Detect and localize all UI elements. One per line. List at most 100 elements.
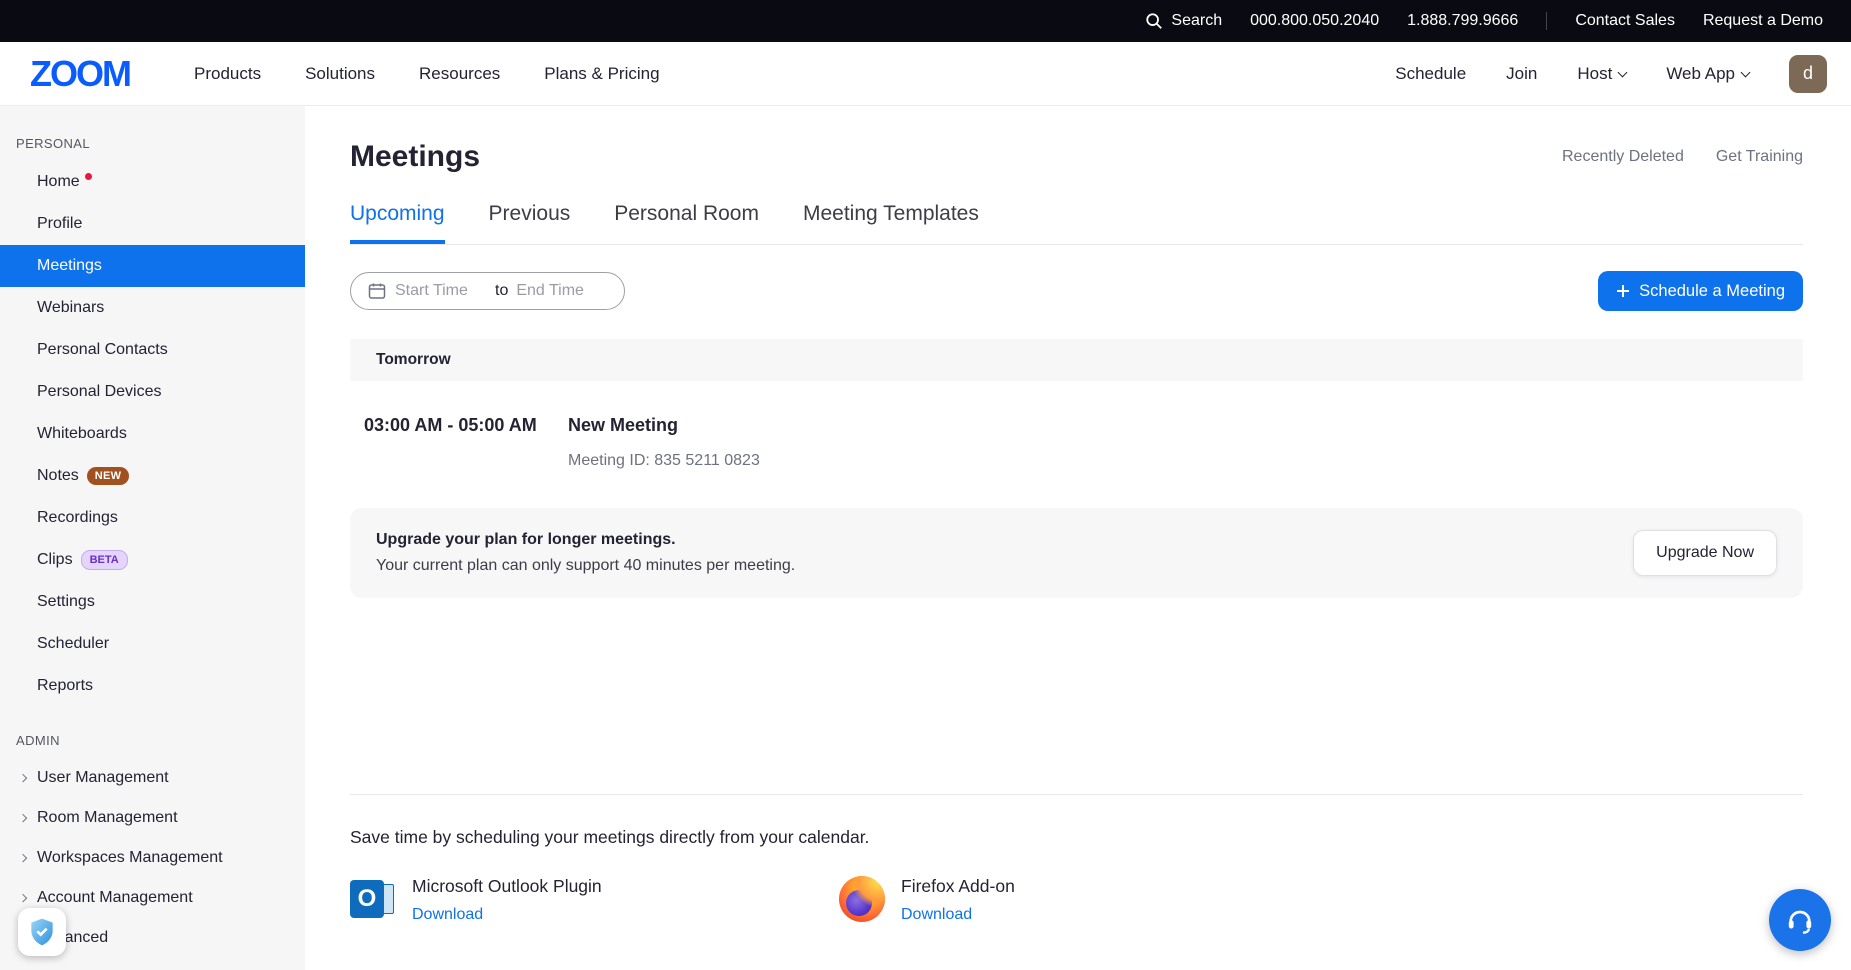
outlook-icon-letter: O bbox=[350, 880, 384, 918]
title-links: Recently Deleted Get Training bbox=[1562, 148, 1803, 166]
global-topbar: Search 000.800.050.2040 1.888.799.9666 C… bbox=[0, 0, 1851, 42]
sidebar-item-label: User Management bbox=[37, 769, 169, 787]
sidebar-item-scheduler[interactable]: Scheduler bbox=[0, 623, 305, 665]
outlook-icon: O bbox=[350, 876, 396, 922]
sidebar-item-label: Whiteboards bbox=[37, 425, 127, 443]
tab-personal-room[interactable]: Personal Room bbox=[614, 202, 759, 244]
sidebar-item-profile[interactable]: Profile bbox=[0, 203, 305, 245]
date-range-picker[interactable]: to bbox=[350, 272, 625, 310]
end-time-input[interactable] bbox=[516, 282, 608, 300]
firefox-download-link[interactable]: Download bbox=[901, 906, 1015, 924]
start-time-input[interactable] bbox=[395, 282, 487, 300]
schedule-link[interactable]: Schedule bbox=[1395, 64, 1466, 84]
page-title: Meetings bbox=[350, 140, 480, 174]
outlook-download-link[interactable]: Download bbox=[412, 906, 602, 924]
sidebar-item-label: Personal Devices bbox=[37, 383, 162, 401]
outlook-plugin: O Microsoft Outlook Plugin Download bbox=[350, 876, 839, 924]
tab-upcoming[interactable]: Upcoming bbox=[350, 202, 445, 244]
chevron-right-icon bbox=[19, 814, 28, 823]
meeting-id: Meeting ID: 835 5211 0823 bbox=[568, 452, 760, 470]
tab-meeting-templates[interactable]: Meeting Templates bbox=[803, 202, 979, 244]
host-menu-label: Host bbox=[1577, 64, 1612, 84]
tab-previous[interactable]: Previous bbox=[489, 202, 571, 244]
calendar-icon bbox=[367, 281, 387, 301]
sidebar-item-notes[interactable]: Notes NEW bbox=[0, 455, 305, 497]
sidebar-item-label: Meetings bbox=[37, 257, 102, 275]
upgrade-now-button[interactable]: Upgrade Now bbox=[1633, 530, 1777, 576]
header-actions: Schedule Join Host Web App d bbox=[1395, 55, 1827, 93]
sidebar-item-home[interactable]: Home bbox=[0, 161, 305, 203]
meeting-group-header: Tomorrow bbox=[350, 339, 1803, 381]
sidebar-item-personal-devices[interactable]: Personal Devices bbox=[0, 371, 305, 413]
empty-space bbox=[350, 598, 1803, 794]
upgrade-banner-title: Upgrade your plan for longer meetings. bbox=[376, 531, 795, 549]
nav-resources[interactable]: Resources bbox=[419, 64, 500, 84]
web-app-menu[interactable]: Web App bbox=[1666, 64, 1749, 84]
search-icon bbox=[1145, 12, 1163, 30]
schedule-meeting-button-label: Schedule a Meeting bbox=[1639, 282, 1785, 301]
chevron-right-icon bbox=[19, 894, 28, 903]
calendar-promo-text: Save time by scheduling your meetings di… bbox=[350, 827, 1803, 848]
meeting-info: New Meeting Meeting ID: 835 5211 0823 bbox=[568, 415, 760, 470]
sidebar-item-label: Workspaces Management bbox=[37, 849, 223, 867]
new-badge: NEW bbox=[87, 467, 130, 485]
sidebar-item-clips[interactable]: Clips BETA bbox=[0, 539, 305, 581]
schedule-link-label: Schedule bbox=[1395, 64, 1466, 84]
nav-products[interactable]: Products bbox=[194, 64, 261, 84]
topbar-separator bbox=[1546, 12, 1547, 30]
get-training-link[interactable]: Get Training bbox=[1716, 148, 1803, 166]
firefox-icon bbox=[839, 876, 885, 922]
date-range-to-label: to bbox=[495, 282, 508, 300]
sidebar-item-label: Clips bbox=[37, 551, 73, 569]
sidebar-item-webinars[interactable]: Webinars bbox=[0, 287, 305, 329]
meeting-title[interactable]: New Meeting bbox=[568, 415, 760, 436]
firefox-plugin: Firefox Add-on Download bbox=[839, 876, 1015, 924]
sidebar-item-personal-contacts[interactable]: Personal Contacts bbox=[0, 329, 305, 371]
avatar[interactable]: d bbox=[1789, 55, 1827, 93]
sidebar-item-label: Recordings bbox=[37, 509, 118, 527]
title-row: Meetings Recently Deleted Get Training bbox=[350, 140, 1803, 174]
sidebar-item-reports[interactable]: Reports bbox=[0, 665, 305, 707]
chevron-down-icon bbox=[1618, 67, 1628, 77]
sidebar-item-workspaces-management[interactable]: Workspaces Management bbox=[0, 838, 305, 878]
outlook-plugin-name: Microsoft Outlook Plugin bbox=[412, 876, 602, 897]
join-link-label: Join bbox=[1506, 64, 1537, 84]
recently-deleted-link[interactable]: Recently Deleted bbox=[1562, 148, 1684, 166]
join-link[interactable]: Join bbox=[1506, 64, 1537, 84]
privacy-shield-button[interactable] bbox=[18, 908, 66, 956]
upgrade-banner-text: Upgrade your plan for longer meetings. Y… bbox=[376, 531, 795, 575]
nav-solutions[interactable]: Solutions bbox=[305, 64, 375, 84]
request-demo-link[interactable]: Request a Demo bbox=[1703, 12, 1823, 30]
sidebar-item-user-management[interactable]: User Management bbox=[0, 758, 305, 798]
sidebar-item-label: Notes bbox=[37, 467, 79, 485]
sidebar-item-label: Account Management bbox=[37, 889, 193, 907]
topbar-search[interactable]: Search bbox=[1145, 12, 1222, 30]
main-content: Meetings Recently Deleted Get Training U… bbox=[305, 106, 1851, 970]
zoom-logo[interactable]: ZOOM bbox=[30, 53, 130, 95]
section-divider bbox=[350, 794, 1803, 795]
web-app-menu-label: Web App bbox=[1666, 64, 1735, 84]
meeting-time: 03:00 AM - 05:00 AM bbox=[364, 415, 568, 470]
main-nav: Products Solutions Resources Plans & Pri… bbox=[194, 64, 660, 84]
host-menu[interactable]: Host bbox=[1577, 64, 1626, 84]
sidebar-item-room-management[interactable]: Room Management bbox=[0, 798, 305, 838]
sidebar-item-settings[interactable]: Settings bbox=[0, 581, 305, 623]
contact-sales-link[interactable]: Contact Sales bbox=[1575, 12, 1675, 30]
page-layout: PERSONAL Home Profile Meetings Webinars … bbox=[0, 106, 1851, 970]
firefox-plugin-text: Firefox Add-on Download bbox=[901, 876, 1015, 924]
notification-dot bbox=[85, 173, 92, 180]
phone-number-secondary: 1.888.799.9666 bbox=[1407, 12, 1518, 30]
site-header: ZOOM Products Solutions Resources Plans … bbox=[0, 42, 1851, 106]
plugins-row: O Microsoft Outlook Plugin Download Fire… bbox=[350, 876, 1803, 924]
chevron-down-icon bbox=[1741, 67, 1751, 77]
sidebar-section-admin: ADMIN bbox=[0, 733, 305, 748]
schedule-meeting-button[interactable]: Schedule a Meeting bbox=[1598, 271, 1803, 311]
nav-plans-pricing[interactable]: Plans & Pricing bbox=[544, 64, 659, 84]
sidebar-item-whiteboards[interactable]: Whiteboards bbox=[0, 413, 305, 455]
sidebar-item-recordings[interactable]: Recordings bbox=[0, 497, 305, 539]
meeting-row[interactable]: 03:00 AM - 05:00 AM New Meeting Meeting … bbox=[350, 381, 1803, 500]
support-chat-button[interactable] bbox=[1769, 889, 1831, 951]
sidebar-item-label: Settings bbox=[37, 593, 95, 611]
beta-badge: BETA bbox=[81, 550, 128, 570]
sidebar-item-meetings[interactable]: Meetings bbox=[0, 245, 305, 287]
